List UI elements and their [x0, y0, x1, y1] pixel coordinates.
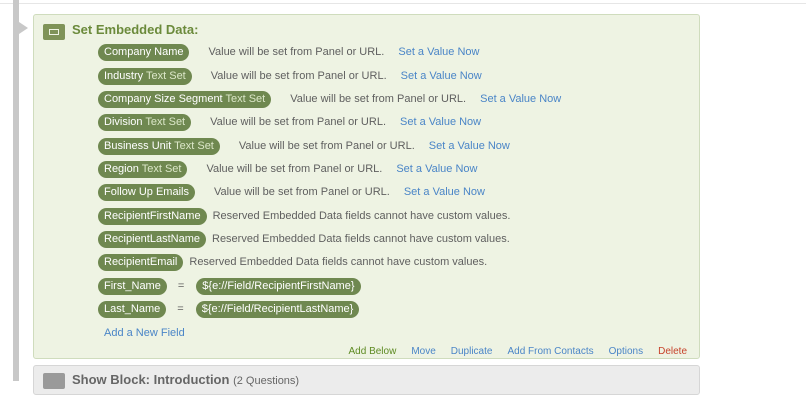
field-name-pill[interactable]: RecipientFirstName [98, 207, 207, 225]
field-name-pill[interactable]: RecipientLastName [98, 230, 206, 248]
duplicate-link[interactable]: Duplicate [451, 346, 493, 357]
delete-link[interactable]: Delete [658, 346, 687, 357]
text-set-tag: Text Set [141, 162, 182, 175]
question-count: (2 Questions) [233, 375, 300, 387]
move-link[interactable]: Move [411, 346, 435, 357]
next-block-title: Show Block: Introduction (2 Questions) [72, 372, 300, 387]
field-description: Value will be set from Panel or URL. [210, 116, 386, 128]
field-name-pill[interactable]: Last_Name [98, 300, 167, 318]
embedded-data-icon [43, 24, 65, 40]
field-name-pill[interactable]: Follow Up Emails [98, 183, 195, 201]
field-name-pill[interactable]: Company Name [98, 43, 190, 61]
field-name-pill[interactable]: Division Text Set [98, 113, 192, 131]
field-description: Value will be set from Panel or URL. [290, 93, 467, 105]
flow-arrow-icon [19, 22, 28, 34]
options-link[interactable]: Options [609, 346, 643, 357]
field-row: Company Name Value will be set from Pane… [98, 43, 479, 61]
assigned-field-row: First_Name = ${e://Field/RecipientFirstN… [98, 277, 361, 295]
reserved-field-row: RecipientLastName Reserved Embedded Data… [98, 230, 510, 248]
text-set-tag: Text Set [174, 139, 214, 152]
block-title: Set Embedded Data: [72, 22, 199, 37]
field-row: Division Text Set Value will be set from… [98, 113, 481, 131]
field-row: Region Text Set Value will be set from P… [98, 160, 477, 178]
field-description: Value will be set from Panel or URL. [238, 140, 415, 152]
field-name-pill[interactable]: RecipientEmail [98, 253, 184, 271]
set-value-link[interactable]: Set a Value Now [401, 70, 482, 82]
text-set-tag: Text Set [146, 69, 186, 82]
field-value-pill[interactable]: ${e://Field/RecipientLastName} [195, 300, 360, 318]
field-name-pill[interactable]: Region Text Set [98, 160, 188, 178]
equals-sign: = [177, 303, 184, 315]
reserved-field-row: RecipientEmail Reserved Embedded Data fi… [98, 253, 488, 271]
add-new-field-link[interactable]: Add a New Field [104, 327, 185, 339]
add-below-link[interactable]: Add Below [349, 346, 397, 357]
show-block-icon [43, 373, 65, 389]
field-description: Value will be set from Panel or URL. [213, 186, 390, 198]
field-row: Follow Up Emails Value will be set from … [98, 183, 485, 201]
assigned-field-row: Last_Name = ${e://Field/RecipientLastNam… [98, 300, 360, 318]
reserved-notice: Reserved Embedded Data fields cannot hav… [212, 210, 511, 222]
field-name-pill[interactable]: Company Size Segment Text Set [98, 90, 272, 108]
field-description: Value will be set from Panel or URL. [206, 163, 383, 175]
show-block-introduction: Show Block: Introduction (2 Questions) [33, 365, 700, 395]
field-name-pill[interactable]: First_Name [98, 277, 167, 295]
reserved-notice: Reserved Embedded Data fields cannot hav… [189, 256, 488, 268]
field-name-pill[interactable]: Business Unit Text Set [98, 137, 220, 155]
field-row: Company Size Segment Text Set Value will… [98, 90, 561, 108]
embedded-data-block: Set Embedded Data: Company Name Value wi… [33, 14, 700, 359]
field-value-pill[interactable]: ${e://Field/RecipientFirstName} [196, 277, 361, 295]
set-value-link[interactable]: Set a Value Now [404, 186, 485, 198]
set-value-link[interactable]: Set a Value Now [396, 163, 477, 175]
set-value-link[interactable]: Set a Value Now [398, 46, 479, 58]
text-set-tag: Text Set [225, 92, 266, 105]
text-set-tag: Text Set [145, 115, 186, 128]
equals-sign: = [177, 280, 185, 292]
set-value-link[interactable]: Set a Value Now [480, 93, 561, 105]
field-row: Business Unit Text Set Value will be set… [98, 137, 510, 155]
reserved-notice: Reserved Embedded Data fields cannot hav… [212, 233, 510, 245]
field-description: Value will be set from Panel or URL. [210, 70, 387, 82]
set-value-link[interactable]: Set a Value Now [400, 116, 481, 128]
field-description: Value will be set from Panel or URL. [208, 46, 385, 58]
top-divider [0, 3, 806, 4]
field-name-pill[interactable]: Industry Text Set [98, 67, 192, 85]
flow-connector-line [13, 0, 19, 381]
add-from-contacts-link[interactable]: Add From Contacts [507, 346, 593, 357]
reserved-field-row: RecipientFirstName Reserved Embedded Dat… [98, 207, 511, 225]
set-value-link[interactable]: Set a Value Now [429, 140, 510, 152]
field-row: Industry Text Set Value will be set from… [98, 67, 482, 85]
block-actions: Add Below Move Duplicate Add From Contac… [334, 346, 688, 357]
